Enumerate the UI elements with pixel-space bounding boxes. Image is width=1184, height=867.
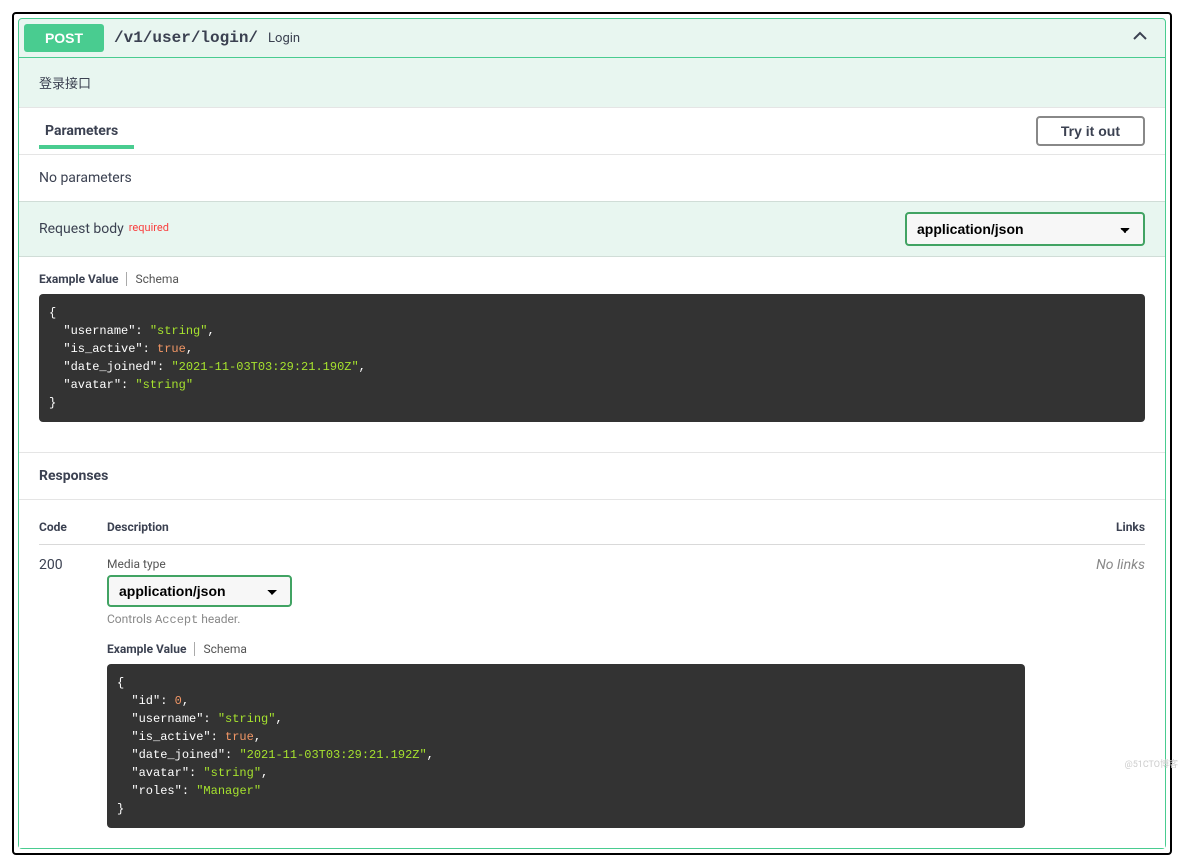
col-description-header: Description xyxy=(107,520,1025,534)
col-code-header: Code xyxy=(39,520,107,534)
response-row: 200 Media type application/json Controls… xyxy=(39,545,1145,828)
collapse-icon[interactable] xyxy=(1130,26,1150,50)
endpoint-path: /v1/user/login/ xyxy=(114,29,258,47)
controls-accept-text: Controls Accept header. xyxy=(107,612,1025,627)
http-method-badge: POST xyxy=(24,24,104,52)
tab-schema[interactable]: Schema xyxy=(195,642,254,656)
request-example-code[interactable]: { "username": "string", "is_active": tru… xyxy=(39,294,1145,422)
responses-table-head: Code Description Links xyxy=(39,510,1145,545)
response-code: 200 xyxy=(39,557,107,828)
request-body-title: Request body xyxy=(39,221,124,237)
response-description: Media type application/json Controls Acc… xyxy=(107,557,1025,828)
required-label: required xyxy=(129,221,169,234)
responses-header: Responses xyxy=(19,452,1165,500)
request-content-type-select[interactable]: application/json xyxy=(905,212,1145,246)
media-type-label: Media type xyxy=(107,557,1025,571)
response-example-tabs: Example Value Schema xyxy=(107,642,1025,656)
request-body-content: Example Value Schema { "username": "stri… xyxy=(19,257,1165,452)
request-example-tabs: Example Value Schema xyxy=(39,272,1145,286)
response-content-type-select[interactable]: application/json xyxy=(107,575,292,607)
tab-schema[interactable]: Schema xyxy=(127,272,186,286)
app-frame: POST /v1/user/login/ Login 登录接口 Paramete… xyxy=(12,12,1172,855)
try-it-out-button[interactable]: Try it out xyxy=(1036,116,1145,146)
parameters-tab[interactable]: Parameters xyxy=(39,123,134,149)
watermark: @51CTO博客 xyxy=(1125,757,1178,770)
operation-summary[interactable]: POST /v1/user/login/ Login xyxy=(19,19,1165,58)
response-example-code[interactable]: { "id": 0, "username": "string", "is_act… xyxy=(107,664,1025,828)
tab-example-value[interactable]: Example Value xyxy=(39,272,127,286)
parameters-header: Parameters Try it out xyxy=(19,107,1165,155)
response-links: No links xyxy=(1025,557,1145,828)
endpoint-summary: Login xyxy=(268,31,300,46)
operation-description: 登录接口 xyxy=(19,58,1165,107)
request-body-header: Request body required application/json xyxy=(19,201,1165,257)
responses-table: Code Description Links 200 Media type ap… xyxy=(19,500,1165,848)
col-links-header: Links xyxy=(1025,520,1145,534)
operation-block: POST /v1/user/login/ Login 登录接口 Paramete… xyxy=(18,18,1166,849)
tab-example-value[interactable]: Example Value xyxy=(107,642,195,656)
no-parameters-text: No parameters xyxy=(19,155,1165,201)
